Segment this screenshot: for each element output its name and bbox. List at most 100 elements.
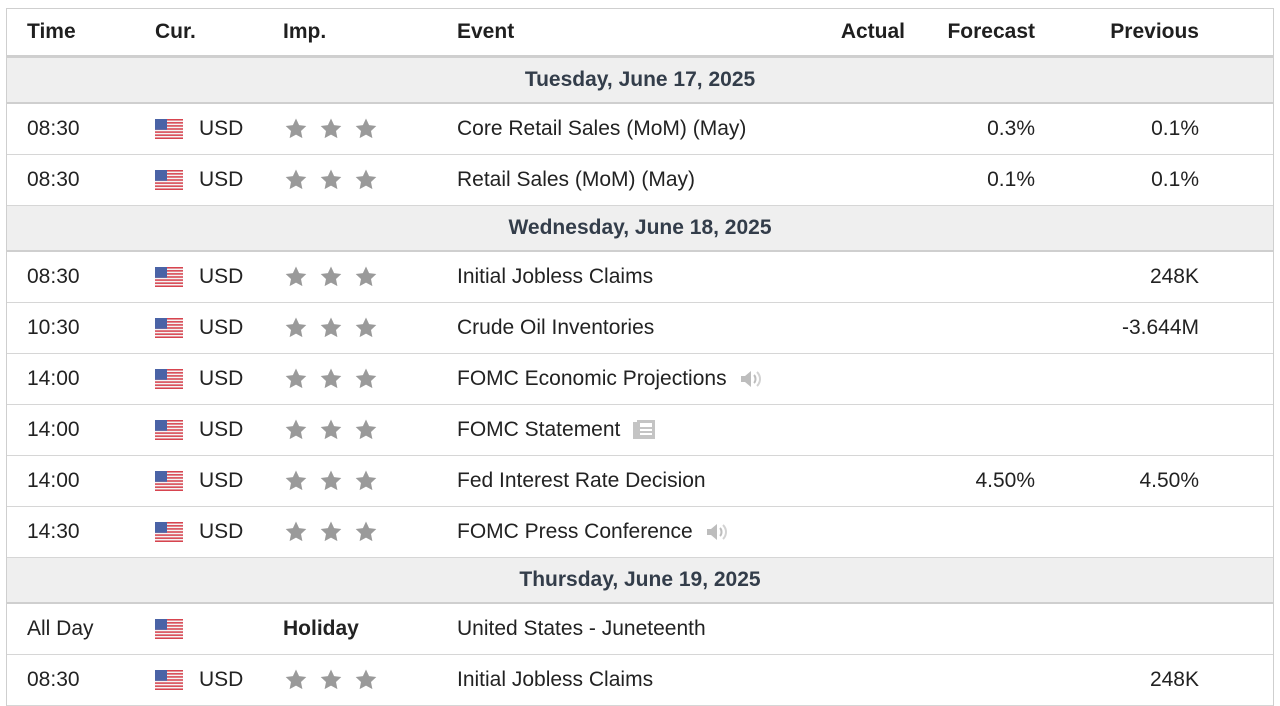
currency-code: USD <box>199 418 244 441</box>
event-cell: Initial Jobless Claims <box>457 265 653 289</box>
importance-star-icon <box>355 118 377 139</box>
us-flag-icon <box>155 170 183 190</box>
event-currency: USD <box>155 117 243 141</box>
importance-stars <box>283 469 379 493</box>
us-flag-icon <box>155 522 183 542</box>
event-forecast: 0.1% <box>987 168 1035 191</box>
importance-stars <box>283 418 379 442</box>
event-importance <box>283 520 379 544</box>
currency-code: USD <box>199 265 244 288</box>
currency-code: USD <box>199 520 244 543</box>
us-flag-icon <box>155 318 183 338</box>
event-name-link[interactable]: Crude Oil Inventories <box>457 316 654 340</box>
event-row[interactable]: 08:30 USD Retail Sales (MoM) (May) 0.1% … <box>7 155 1273 206</box>
event-previous: 0.1% <box>1151 117 1199 140</box>
event-row[interactable]: 08:30 USD Initial Jobless Claims 248K <box>7 252 1273 303</box>
event-name-link[interactable]: Core Retail Sales (MoM) (May) <box>457 117 746 141</box>
currency-code: USD <box>199 117 244 140</box>
event-importance: Holiday <box>283 617 359 641</box>
event-name-link[interactable]: Retail Sales (MoM) (May) <box>457 168 695 192</box>
importance-star-icon <box>320 317 342 338</box>
header-forecast: Forecast <box>947 20 1035 43</box>
header-importance: Imp. <box>283 20 327 43</box>
event-importance <box>283 265 379 289</box>
us-flag-icon <box>155 369 183 389</box>
event-currency: USD <box>155 265 243 289</box>
event-time: 14:00 <box>27 418 80 441</box>
event-name-link[interactable]: United States - Juneteenth <box>457 617 706 641</box>
importance-stars <box>283 367 379 391</box>
event-cell: Initial Jobless Claims <box>457 668 653 692</box>
importance-star-icon <box>285 470 307 491</box>
event-currency: USD <box>155 668 243 692</box>
holiday-label: Holiday <box>283 617 359 640</box>
economic-calendar-table: Time Cur. Imp. Event Actual Forecast Pre… <box>6 8 1274 706</box>
importance-star-icon <box>355 470 377 491</box>
event-row[interactable]: 14:30 USD FOMC Press Conference <box>7 507 1273 558</box>
importance-star-icon <box>285 266 307 287</box>
event-name-link[interactable]: Initial Jobless Claims <box>457 668 653 692</box>
importance-star-icon <box>320 669 342 690</box>
event-row[interactable]: 14:00 USD Fed Interest Rate Decision 4.5… <box>7 456 1273 507</box>
importance-star-icon <box>355 368 377 389</box>
currency-code: USD <box>199 469 244 492</box>
day-separator: Thursday, June 19, 2025 <box>7 558 1273 604</box>
currency-code: USD <box>199 316 244 339</box>
header-previous: Previous <box>1110 20 1199 43</box>
event-previous: 4.50% <box>1139 469 1199 492</box>
importance-star-icon <box>285 521 307 542</box>
event-row[interactable]: 08:30 USD Initial Jobless Claims 248K <box>7 655 1273 706</box>
event-importance <box>283 168 379 192</box>
importance-stars <box>283 265 379 289</box>
importance-star-icon <box>320 118 342 139</box>
importance-star-icon <box>320 521 342 542</box>
speaker-icon[interactable] <box>705 522 731 542</box>
event-row[interactable]: 14:00 USD FOMC Statement <box>7 405 1273 456</box>
importance-star-icon <box>355 669 377 690</box>
importance-star-icon <box>320 266 342 287</box>
day-label: Wednesday, June 18, 2025 <box>508 216 772 239</box>
currency-code: USD <box>199 168 244 191</box>
event-row[interactable]: 08:30 USD Core Retail Sales (MoM) (May) … <box>7 104 1273 155</box>
event-currency: USD <box>155 367 243 391</box>
header-event: Event <box>457 20 515 43</box>
us-flag-icon <box>155 619 183 639</box>
event-cell: FOMC Statement <box>457 418 656 442</box>
event-name-link[interactable]: Fed Interest Rate Decision <box>457 469 706 493</box>
event-row[interactable]: 10:30 USD Crude Oil Inventories -3.644M <box>7 303 1273 354</box>
event-name-link[interactable]: FOMC Economic Projections <box>457 367 727 391</box>
importance-star-icon <box>285 169 307 190</box>
event-time: All Day <box>27 617 94 640</box>
event-cell: Crude Oil Inventories <box>457 316 654 340</box>
event-name-link[interactable]: FOMC Statement <box>457 418 620 442</box>
event-row[interactable]: All Day Holiday United States - Juneteen… <box>7 604 1273 655</box>
event-currency: USD <box>155 469 243 493</box>
event-previous: 0.1% <box>1151 168 1199 191</box>
day-label: Thursday, June 19, 2025 <box>519 568 761 591</box>
importance-star-icon <box>285 368 307 389</box>
event-time: 14:00 <box>27 469 80 492</box>
header-currency: Cur. <box>155 20 196 43</box>
importance-stars <box>283 668 379 692</box>
speaker-icon[interactable] <box>739 369 765 389</box>
event-cell: United States - Juneteenth <box>457 617 706 641</box>
event-name-link[interactable]: Initial Jobless Claims <box>457 265 653 289</box>
document-icon[interactable] <box>632 419 656 441</box>
event-importance <box>283 668 379 692</box>
event-cell: FOMC Press Conference <box>457 520 731 544</box>
us-flag-icon <box>155 471 183 491</box>
event-cell: FOMC Economic Projections <box>457 367 765 391</box>
event-forecast: 4.50% <box>975 469 1035 492</box>
us-flag-icon <box>155 670 183 690</box>
event-name-link[interactable]: FOMC Press Conference <box>457 520 693 544</box>
event-time: 08:30 <box>27 668 80 691</box>
importance-star-icon <box>285 118 307 139</box>
event-row[interactable]: 14:00 USD FOMC Economic Projections <box>7 354 1273 405</box>
event-currency: USD <box>155 168 243 192</box>
event-importance <box>283 418 379 442</box>
currency-code: USD <box>199 668 244 691</box>
importance-star-icon <box>285 669 307 690</box>
event-importance <box>283 367 379 391</box>
event-importance <box>283 469 379 493</box>
event-time: 08:30 <box>27 168 80 191</box>
